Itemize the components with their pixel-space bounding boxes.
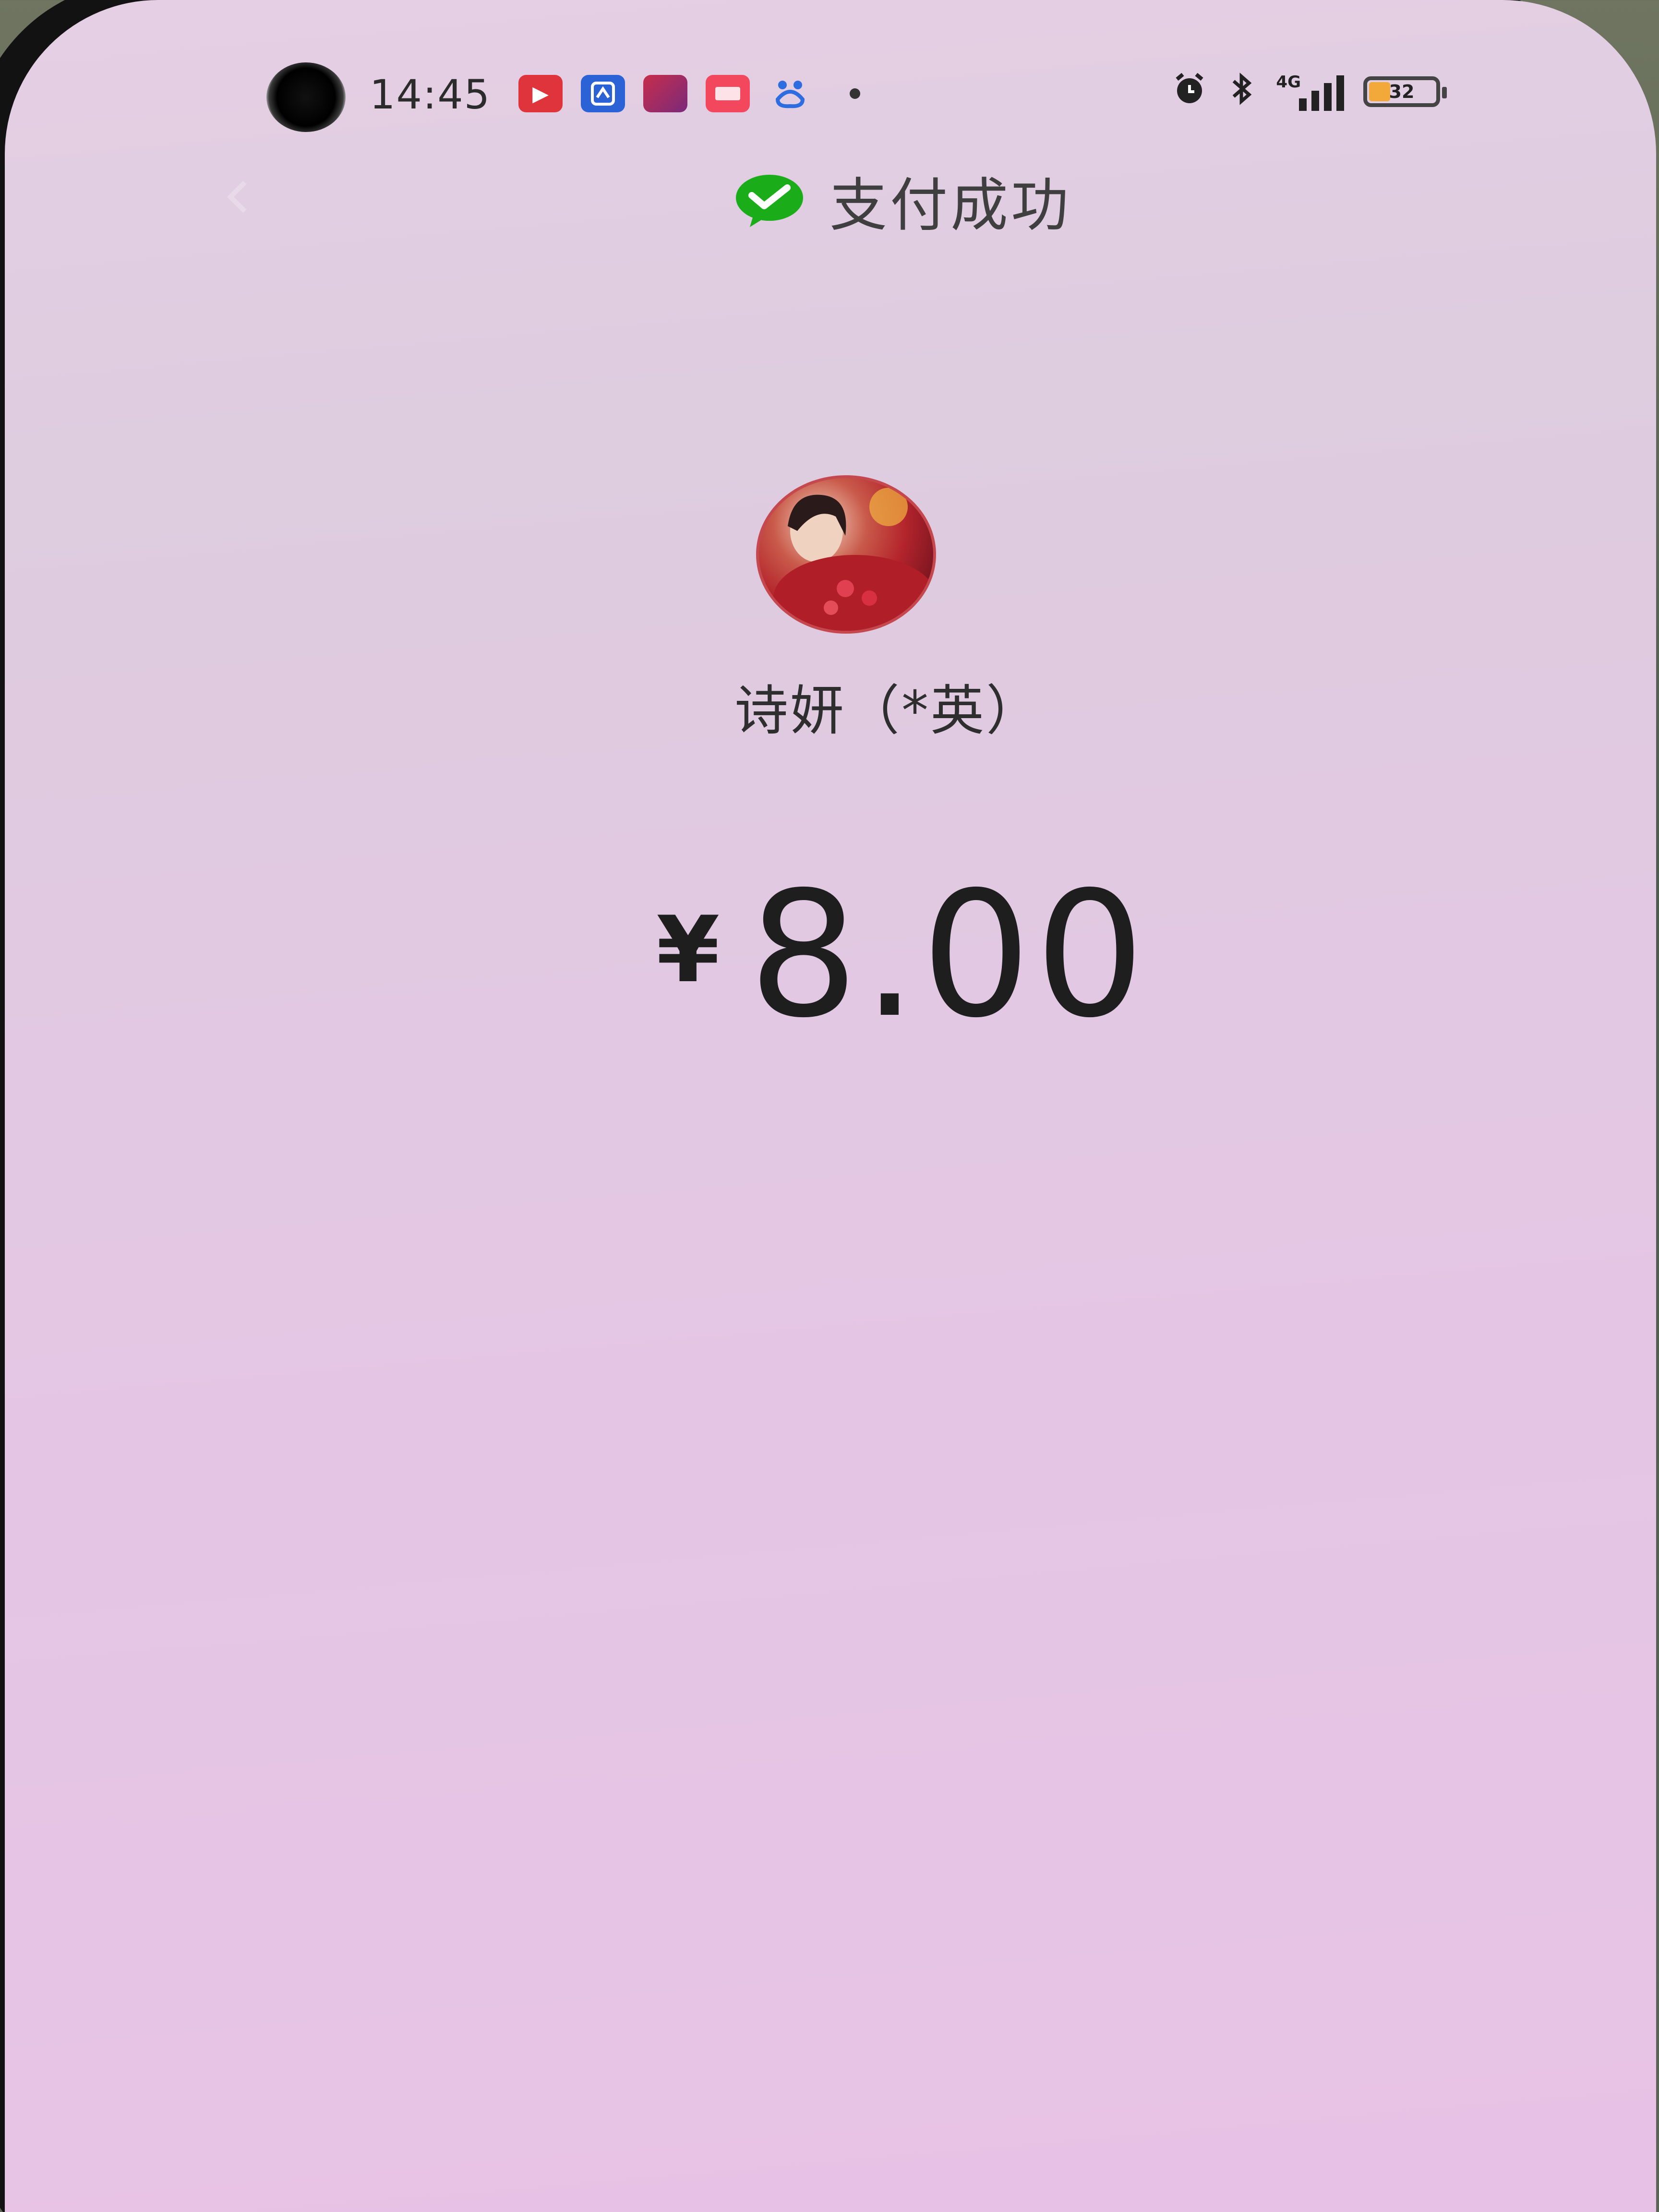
baidu-app-icon (581, 75, 625, 112)
network-type-label: 4G (1276, 72, 1301, 92)
battery-icon: 32 (1363, 76, 1447, 107)
page-title: 支付成功 (830, 172, 1071, 239)
news-app-icon (706, 75, 750, 112)
system-icons: 4G 32 (1170, 70, 1447, 114)
payee-name: 诗妍（*英） (734, 680, 1042, 742)
payee-avatar (756, 475, 936, 634)
video-app-icon: ▶ (518, 75, 563, 112)
status-bar: 14:45 ▶ 4G 32 (5, 53, 1656, 132)
bluetooth-icon (1228, 70, 1257, 114)
payment-amount: ¥8.00 (5, 854, 1656, 1056)
header: 支付成功 (5, 158, 1656, 242)
baidu-paw-icon (768, 75, 812, 112)
cellular-signal-icon: 4G (1276, 72, 1344, 111)
wechat-pay-check-icon (733, 171, 805, 229)
battery-fill (1369, 82, 1390, 101)
alarm-icon (1170, 70, 1209, 114)
battery-level: 32 (1389, 81, 1415, 102)
front-camera-cutout (266, 62, 346, 132)
amount-value: 8.00 (748, 854, 1149, 1056)
gallery-app-icon (643, 75, 687, 112)
status-time: 14:45 (370, 71, 491, 118)
notification-icons: ▶ (518, 70, 860, 118)
more-notifications-dot (850, 88, 860, 99)
payment-success-screen: 14:45 ▶ 4G 32 支付成功 诗妍（*英） ¥ 8.00 (5, 0, 1656, 2212)
currency-symbol: ¥ (656, 897, 720, 1003)
